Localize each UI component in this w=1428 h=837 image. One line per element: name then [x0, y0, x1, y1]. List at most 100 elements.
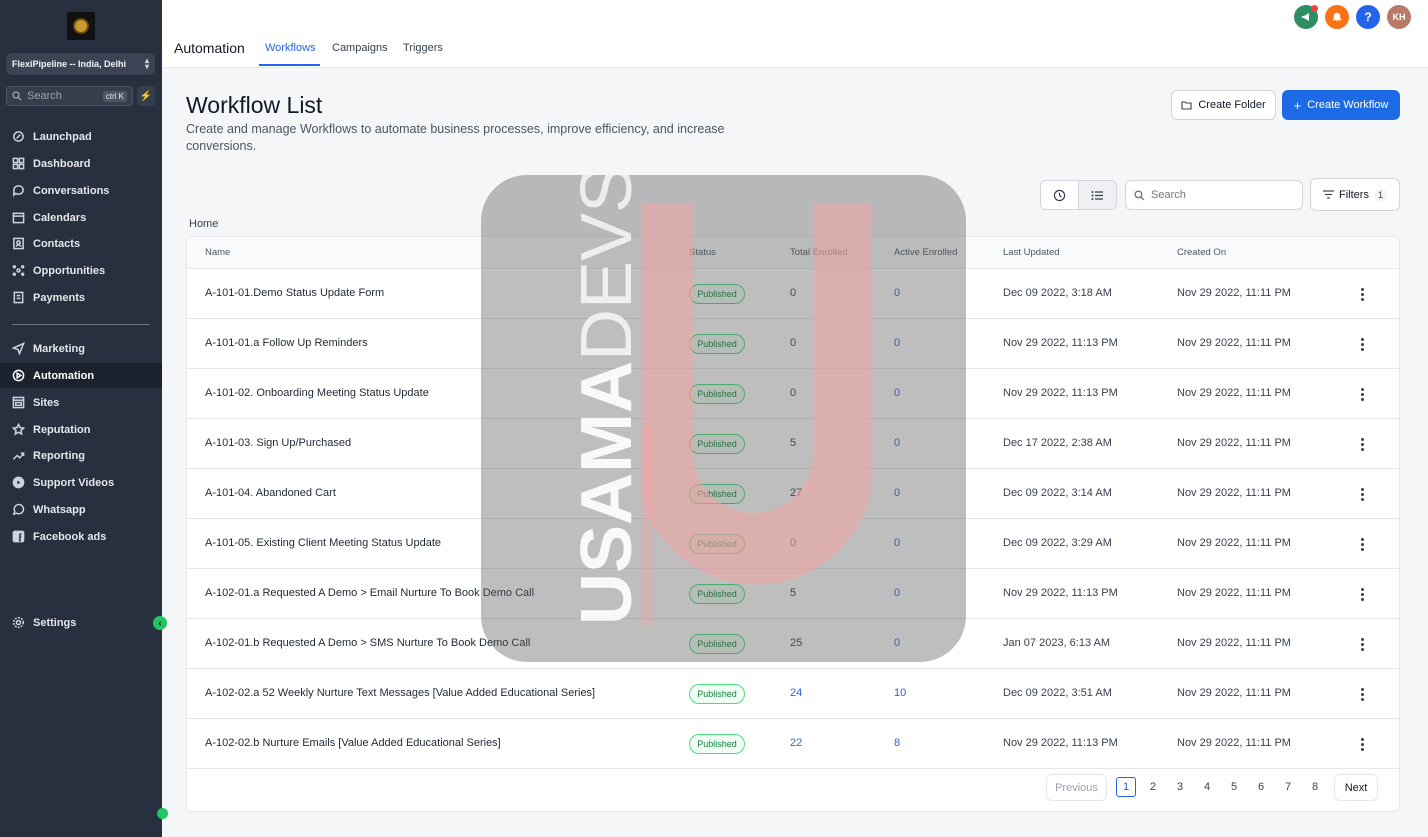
column-header-last-updated[interactable]: Last Updated	[1003, 247, 1060, 258]
account-switcher[interactable]: FlexiPipeline -- India, Delhi ▴ ▾	[6, 53, 155, 75]
sidebar-item-reporting[interactable]: Reporting	[0, 443, 162, 468]
active-enrolled-value[interactable]: 0	[894, 387, 900, 399]
total-enrolled-value[interactable]: 5	[790, 587, 796, 599]
workflow-name-link[interactable]: A-101-03. Sign Up/Purchased	[205, 437, 351, 449]
total-enrolled-value[interactable]: 0	[790, 387, 796, 399]
table-row[interactable]: A-101-01.a Follow Up Reminders Published 0…	[187, 319, 1399, 369]
sidebar-item-calendars[interactable]: Calendars	[0, 205, 162, 230]
workflow-name-link[interactable]: A-101-02. Onboarding Meeting Status Upda…	[205, 387, 429, 399]
company-logo[interactable]	[67, 12, 95, 40]
column-header-status[interactable]: Status	[689, 247, 716, 258]
table-row[interactable]: A-102-02.b Nurture Emails [Value Added E…	[187, 719, 1399, 769]
sidebar-item-dashboard[interactable]: Dashboard	[0, 151, 162, 176]
table-row[interactable]: A-101-03. Sign Up/Purchased Published 5 0 De…	[187, 419, 1399, 469]
workflow-name-link[interactable]: A-101-05. Existing Client Meeting Status…	[205, 537, 441, 549]
total-enrolled-value[interactable]: 25	[790, 637, 802, 649]
recent-view-button[interactable]	[1041, 181, 1078, 209]
user-avatar[interactable]: KH	[1387, 5, 1411, 29]
sidebar-item-sites[interactable]: Sites	[0, 390, 162, 415]
workflow-name-link[interactable]: A-102-01.b Requested A Demo > SMS Nurtur…	[205, 637, 530, 649]
active-enrolled-value[interactable]: 0	[894, 637, 900, 649]
total-enrolled-value[interactable]: 5	[790, 437, 796, 449]
workflow-name-link[interactable]: A-101-01.Demo Status Update Form	[205, 287, 384, 299]
sidebar-item-support-videos[interactable]: Support Videos	[0, 470, 162, 495]
sidebar-item-launchpad[interactable]: Launchpad	[0, 124, 162, 149]
total-enrolled-value[interactable]: 27	[790, 487, 802, 499]
table-row[interactable]: A-102-01.a Requested A Demo > Email Nurt…	[187, 569, 1399, 619]
workflow-name-link[interactable]: A-101-04. Abandoned Cart	[205, 487, 336, 499]
workflow-name-link[interactable]: A-102-01.a Requested A Demo > Email Nurt…	[205, 587, 534, 599]
column-header-total-enrolled[interactable]: Total Enrolled	[790, 247, 848, 258]
sidebar-item-whatsapp[interactable]: Whatsapp	[0, 497, 162, 522]
active-enrolled-value[interactable]: 0	[894, 487, 900, 499]
create-workflow-button[interactable]: + Create Workflow	[1282, 90, 1400, 120]
table-row[interactable]: A-101-04. Abandoned Cart Published 27 0 Dec …	[187, 469, 1399, 519]
workflow-name-link[interactable]: A-102-02.a 52 Weekly Nurture Text Messag…	[205, 687, 595, 699]
sidebar-item-settings[interactable]: Settings	[0, 610, 162, 635]
row-actions-kebab-icon[interactable]	[1357, 435, 1367, 453]
active-enrolled-value[interactable]: 0	[894, 287, 900, 299]
sidebar-item-marketing[interactable]: Marketing	[0, 336, 162, 361]
sidebar-item-facebook-ads[interactable]: Facebook ads	[0, 524, 162, 549]
breadcrumb[interactable]: Home	[189, 218, 218, 230]
next-page-button[interactable]: Next	[1334, 774, 1378, 801]
notification-bell-icon[interactable]	[1325, 5, 1349, 29]
tab-campaigns[interactable]: Campaigns	[332, 42, 388, 54]
total-enrolled-value[interactable]: 0	[790, 337, 796, 349]
row-actions-kebab-icon[interactable]	[1357, 485, 1367, 503]
page-number-button[interactable]: 1	[1116, 777, 1136, 797]
page-number-button[interactable]: 5	[1224, 777, 1244, 797]
tab-triggers[interactable]: Triggers	[403, 42, 443, 54]
list-view-button[interactable]	[1078, 181, 1116, 209]
tab-workflows[interactable]: Workflows	[265, 42, 316, 54]
previous-page-button[interactable]: Previous	[1046, 774, 1107, 801]
sidebar-item-conversations[interactable]: Conversations	[0, 178, 162, 203]
workflow-name-link[interactable]: A-102-02.b Nurture Emails [Value Added E…	[205, 737, 501, 749]
row-actions-kebab-icon[interactable]	[1357, 585, 1367, 603]
quick-action-bolt-icon[interactable]: ⚡	[137, 86, 155, 106]
active-enrolled-value[interactable]: 0	[894, 337, 900, 349]
row-actions-kebab-icon[interactable]	[1357, 635, 1367, 653]
sidebar-item-automation[interactable]: Automation	[0, 363, 162, 388]
row-actions-kebab-icon[interactable]	[1357, 535, 1367, 553]
sidebar-item-reputation[interactable]: Reputation	[0, 417, 162, 442]
sidebar-item-opportunities[interactable]: Opportunities	[0, 258, 162, 283]
total-enrolled-value[interactable]: 0	[790, 537, 796, 549]
row-actions-kebab-icon[interactable]	[1357, 685, 1367, 703]
sidebar-item-payments[interactable]: Payments	[0, 285, 162, 310]
active-enrolled-value[interactable]: 0	[894, 437, 900, 449]
row-actions-kebab-icon[interactable]	[1357, 735, 1367, 753]
total-enrolled-value[interactable]: 0	[790, 287, 796, 299]
page-number-button[interactable]: 4	[1197, 777, 1217, 797]
table-row[interactable]: A-101-05. Existing Client Meeting Status…	[187, 519, 1399, 569]
active-enrolled-value[interactable]: 0	[894, 537, 900, 549]
column-header-created-on[interactable]: Created On	[1177, 247, 1226, 258]
table-row[interactable]: A-101-02. Onboarding Meeting Status Upda…	[187, 369, 1399, 419]
help-icon[interactable]: ?	[1356, 5, 1380, 29]
total-enrolled-value[interactable]: 22	[790, 737, 802, 749]
row-actions-kebab-icon[interactable]	[1357, 385, 1367, 403]
page-number-button[interactable]: 6	[1251, 777, 1271, 797]
active-enrolled-value[interactable]: 10	[894, 687, 906, 699]
workflow-name-link[interactable]: A-101-01.a Follow Up Reminders	[205, 337, 368, 349]
page-number-button[interactable]: 8	[1305, 777, 1325, 797]
active-enrolled-value[interactable]: 8	[894, 737, 900, 749]
workflow-search[interactable]	[1125, 180, 1303, 210]
column-header-active-enrolled[interactable]: Active Enrolled	[894, 247, 957, 258]
create-folder-button[interactable]: Create Folder	[1171, 90, 1276, 120]
column-header-name[interactable]: Name	[205, 247, 230, 258]
table-row[interactable]: A-102-02.a 52 Weekly Nurture Text Messag…	[187, 669, 1399, 719]
filters-button[interactable]: Filters 1	[1310, 178, 1400, 211]
page-number-button[interactable]: 3	[1170, 777, 1190, 797]
page-number-button[interactable]: 7	[1278, 777, 1298, 797]
sidebar-item-contacts[interactable]: Contacts	[0, 231, 162, 256]
total-enrolled-value[interactable]: 24	[790, 687, 802, 699]
active-enrolled-value[interactable]: 0	[894, 587, 900, 599]
sidebar-search[interactable]: Search ctrl K	[6, 86, 133, 106]
collapse-sidebar-button[interactable]: ‹	[153, 616, 167, 630]
table-row[interactable]: A-102-01.b Requested A Demo > SMS Nurtur…	[187, 619, 1399, 669]
page-number-button[interactable]: 2	[1143, 777, 1163, 797]
table-row[interactable]: A-101-01.Demo Status Update Form Publishe…	[187, 269, 1399, 319]
announcement-icon[interactable]	[1294, 5, 1318, 29]
row-actions-kebab-icon[interactable]	[1357, 335, 1367, 353]
